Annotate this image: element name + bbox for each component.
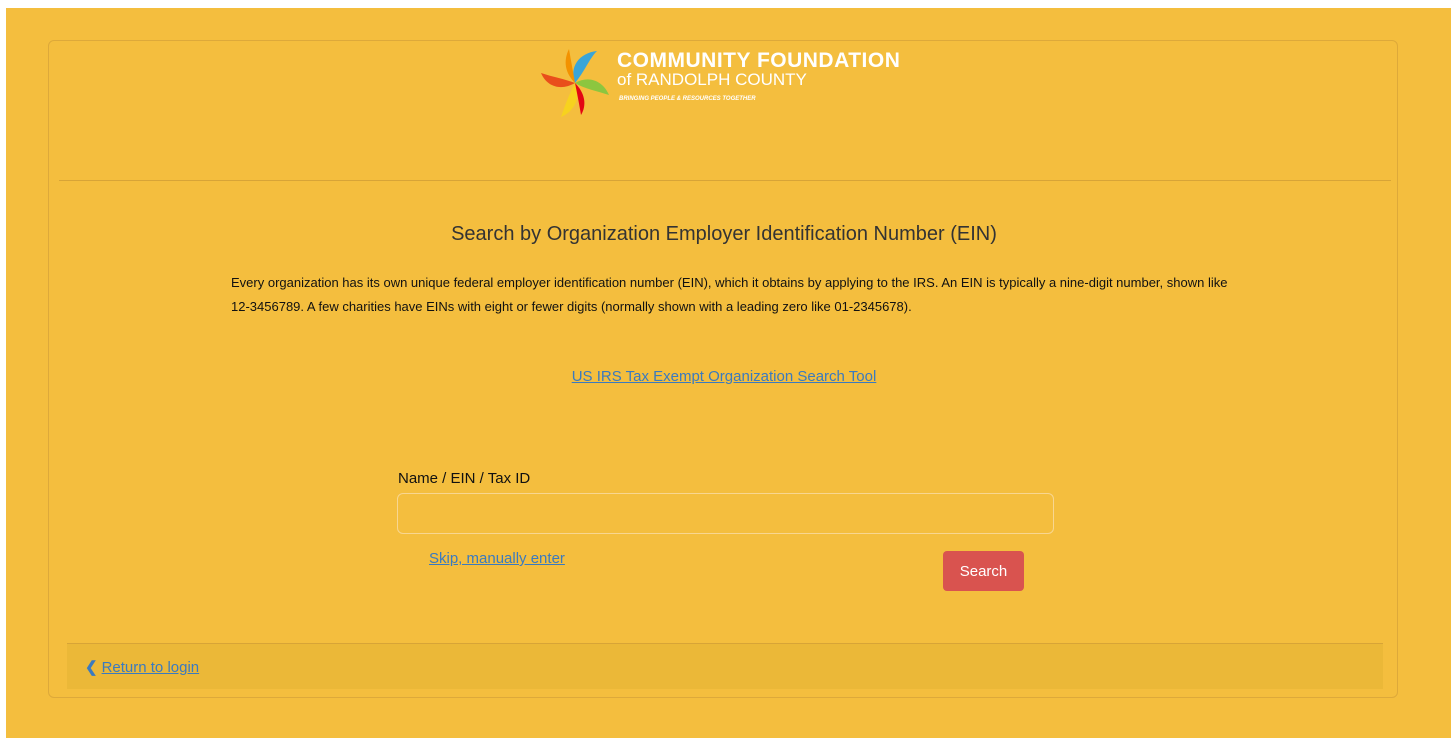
return-to-login-link[interactable]: ❮ Return to login [85, 658, 199, 676]
search-card: COMMUNITY FOUNDATION of RANDOLPH COUNTY … [48, 40, 1398, 698]
page-heading: Search by Organization Employer Identifi… [451, 223, 997, 245]
ein-search-input[interactable] [397, 493, 1054, 534]
skip-manual-entry-link[interactable]: Skip, manually enter [429, 550, 565, 567]
irs-search-tool-link[interactable]: US IRS Tax Exempt Organization Search To… [49, 368, 1399, 385]
return-to-login-label: Return to login [101, 659, 200, 676]
pinwheel-logo-icon [541, 49, 609, 117]
card-footer: ❮ Return to login [67, 643, 1383, 689]
logo-subtitle: of RANDOLPH COUNTY [617, 70, 807, 89]
ein-field-label: Name / EIN / Tax ID [398, 470, 531, 487]
logo-tagline: BRINGING PEOPLE & RESOURCES TOGETHER [619, 96, 756, 102]
chevron-left-icon: ❮ [85, 659, 98, 676]
header-divider [59, 180, 1391, 181]
foundation-logo: COMMUNITY FOUNDATION of RANDOLPH COUNTY … [539, 43, 939, 123]
search-button[interactable]: Search [943, 551, 1024, 591]
ein-description: Every organization has its own unique fe… [231, 275, 1228, 314]
page-background: COMMUNITY FOUNDATION of RANDOLPH COUNTY … [6, 8, 1451, 738]
